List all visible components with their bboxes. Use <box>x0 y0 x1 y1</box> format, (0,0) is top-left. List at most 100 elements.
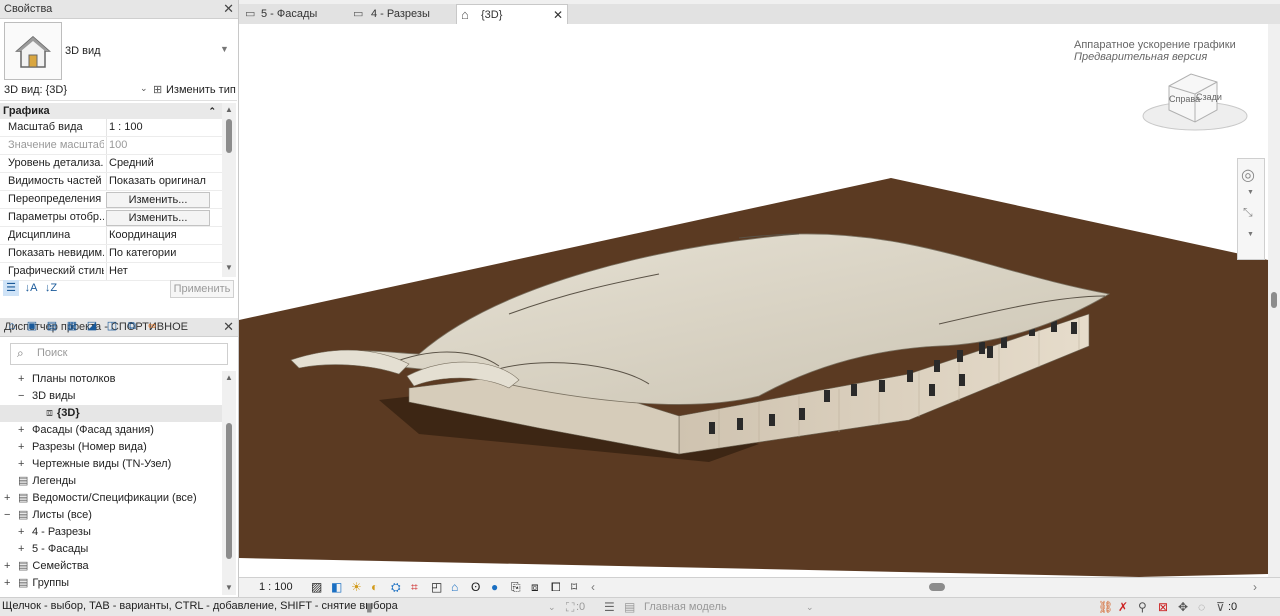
property-value[interactable]: Нет <box>106 263 222 280</box>
tree-item[interactable]: + Фасады (Фасад здания) <box>0 422 222 439</box>
background-process-icon[interactable]: ◌ <box>1198 599 1205 615</box>
scroll-down-icon[interactable]: ▼ <box>225 263 233 272</box>
shadows-icon[interactable]: ◐ <box>371 580 378 594</box>
scroll-up-icon[interactable]: ▲ <box>225 373 233 382</box>
apply-button[interactable]: Применить <box>170 280 234 298</box>
expand-icon[interactable]: + <box>4 558 14 575</box>
view-scale[interactable]: 1 : 100 <box>259 581 293 593</box>
model-selector[interactable]: Главная модель <box>644 601 727 613</box>
close-icon[interactable]: ✕ <box>553 5 563 25</box>
scroll-thumb[interactable] <box>1271 292 1277 308</box>
steering-wheel-icon[interactable]: ◎ <box>1241 165 1255 185</box>
viewport-vscroll[interactable] <box>1268 24 1280 577</box>
property-row[interactable]: Масштаб вида 1 : 100 <box>0 119 222 137</box>
collapse-icon[interactable]: − <box>18 388 28 405</box>
render-icon[interactable]: ⛭ <box>391 580 401 595</box>
unlocked-3d-view-icon[interactable]: ⌂ <box>451 580 458 594</box>
family-icon[interactable]: ◫ <box>104 318 120 334</box>
show-crop-icon[interactable]: ◰ <box>431 580 442 594</box>
edit-type-button[interactable]: Изменить тип <box>166 84 236 96</box>
collapse-icon[interactable]: − <box>4 507 14 524</box>
select-links-icon[interactable]: ⛓ <box>1098 599 1113 615</box>
design-options-icon[interactable]: ☰ <box>604 599 615 615</box>
tree-item[interactable]: ▤ Легенды <box>0 473 222 490</box>
categorize-icon[interactable]: ☰ <box>3 280 19 296</box>
highlight-displacement-icon[interactable]: ⧠ <box>551 580 561 595</box>
expand-icon[interactable]: + <box>18 439 28 456</box>
expand-icon[interactable]: + <box>18 541 28 558</box>
property-row[interactable]: Видимость частей Показать оригинал <box>0 173 222 191</box>
scroll-down-icon[interactable]: ▼ <box>225 583 233 592</box>
worksets-icon[interactable]: ⛶ <box>566 599 574 615</box>
collapse-icon[interactable]: ⌃ <box>208 103 216 119</box>
edit-button[interactable]: Изменить... <box>106 210 210 226</box>
viewcube[interactable]: Справа Сзади <box>1139 64 1249 134</box>
property-row[interactable]: Значение масштаб... 100 <box>0 137 222 155</box>
tree-item[interactable]: −3D виды <box>0 388 222 405</box>
link-icon[interactable]: ∞ <box>144 318 160 334</box>
view-selector[interactable]: 3D вид: {3D} <box>4 84 67 96</box>
temporary-view-icon[interactable]: ⎘ <box>511 580 521 595</box>
analytical-model-icon[interactable]: ⧈ <box>531 580 539 595</box>
tree-item[interactable]: + ▤ Ведомости/Спецификации (все) <box>0 490 222 507</box>
group-header[interactable]: Графика ⌃ <box>0 103 222 119</box>
reveal-hidden-icon[interactable]: ● <box>491 580 498 594</box>
tree-item[interactable]: ⧈ {3D} <box>0 405 222 422</box>
close-icon[interactable]: ✕ <box>223 0 234 18</box>
group-icon[interactable]: ⧉ <box>124 318 140 334</box>
house-icon[interactable]: ⌂ <box>4 318 20 334</box>
chevron-down-icon[interactable]: ⌄ <box>140 83 148 94</box>
tree-item[interactable]: + Разрезы (Номер вида) <box>0 439 222 456</box>
tree-item[interactable]: + ▤ Семейства <box>0 558 222 575</box>
zoom-icon[interactable]: ⤡ <box>1243 205 1253 220</box>
temporary-hide-icon[interactable]: ʘ <box>471 580 480 594</box>
property-row[interactable]: Показать невидим... По категории <box>0 245 222 263</box>
sun-path-icon[interactable]: ☀ <box>351 580 362 594</box>
chevron-down-icon[interactable]: ▼ <box>1247 231 1254 238</box>
chevron-down-icon[interactable]: ▼ <box>1247 189 1254 196</box>
property-row[interactable]: Параметры отобр... Изменить... <box>0 209 222 227</box>
tab-3d[interactable]: ⌂ {3D} ✕ <box>456 4 568 25</box>
sort-asc-icon[interactable]: ↓A <box>23 280 39 296</box>
property-row[interactable]: Дисциплина Координация <box>0 227 222 245</box>
visual-style-icon[interactable]: ◧ <box>331 580 342 594</box>
viewcube-face-back[interactable]: Сзади <box>1196 92 1222 102</box>
plan-view-icon[interactable]: ▣ <box>24 318 40 334</box>
drag-elements-icon[interactable]: ✥ <box>1178 599 1188 615</box>
chevron-down-icon[interactable]: ⌄ <box>548 599 556 615</box>
expand-icon[interactable]: + <box>18 524 28 541</box>
model-canvas[interactable] <box>239 24 1268 577</box>
tree-item[interactable]: + ▤ Группы <box>0 575 222 592</box>
editable-only-icon[interactable]: ▤ <box>624 599 635 615</box>
expand-icon[interactable]: + <box>18 422 28 439</box>
tree-item[interactable]: +4 - Разрезы <box>0 524 222 541</box>
property-value[interactable]: 1 : 100 <box>106 119 222 136</box>
schedule-icon[interactable]: ▦ <box>64 318 80 334</box>
tree-item[interactable]: + Планы потолков <box>0 371 222 388</box>
tab-facades[interactable]: ▭ 5 - Фасады <box>239 4 347 24</box>
select-pinned-icon[interactable]: ⚲ <box>1138 599 1147 615</box>
detail-level-icon[interactable]: ▨ <box>311 580 322 594</box>
edit-button[interactable]: Изменить... <box>106 192 210 208</box>
elevation-icon[interactable]: ▤ <box>44 318 60 334</box>
sheet-icon[interactable]: ◪ <box>84 318 100 334</box>
scroll-up-icon[interactable]: ▲ <box>225 105 233 114</box>
chevron-down-icon[interactable]: ⌄ <box>806 599 814 615</box>
tab-sections[interactable]: ▭ 4 - Разрезы <box>349 4 457 24</box>
browser-scrollbar[interactable]: ▲ ▼ <box>222 371 236 595</box>
scroll-thumb[interactable] <box>226 119 232 153</box>
search-input[interactable]: ⌕ Поиск <box>10 343 228 365</box>
hscroll-thumb[interactable] <box>929 583 945 591</box>
property-row[interactable]: Переопределения ... Изменить... <box>0 191 222 209</box>
expand-icon[interactable]: + <box>18 371 28 388</box>
chevron-left-icon[interactable]: ‹ <box>591 580 595 594</box>
property-value[interactable]: Координация <box>106 227 222 244</box>
property-row[interactable]: Графический стиль...Нет <box>0 263 222 281</box>
tree-item[interactable]: +5 - Фасады <box>0 541 222 558</box>
sort-desc-icon[interactable]: ↓Z <box>43 280 59 296</box>
crop-view-icon[interactable]: ⌗ <box>411 580 418 595</box>
3d-viewport[interactable]: Аппаратное ускорение графики Предварител… <box>239 24 1268 577</box>
filter-icon[interactable]: ⊽ <box>1216 599 1225 615</box>
property-value[interactable]: По категории <box>106 245 222 262</box>
chevron-right-icon[interactable]: › <box>1253 580 1257 594</box>
